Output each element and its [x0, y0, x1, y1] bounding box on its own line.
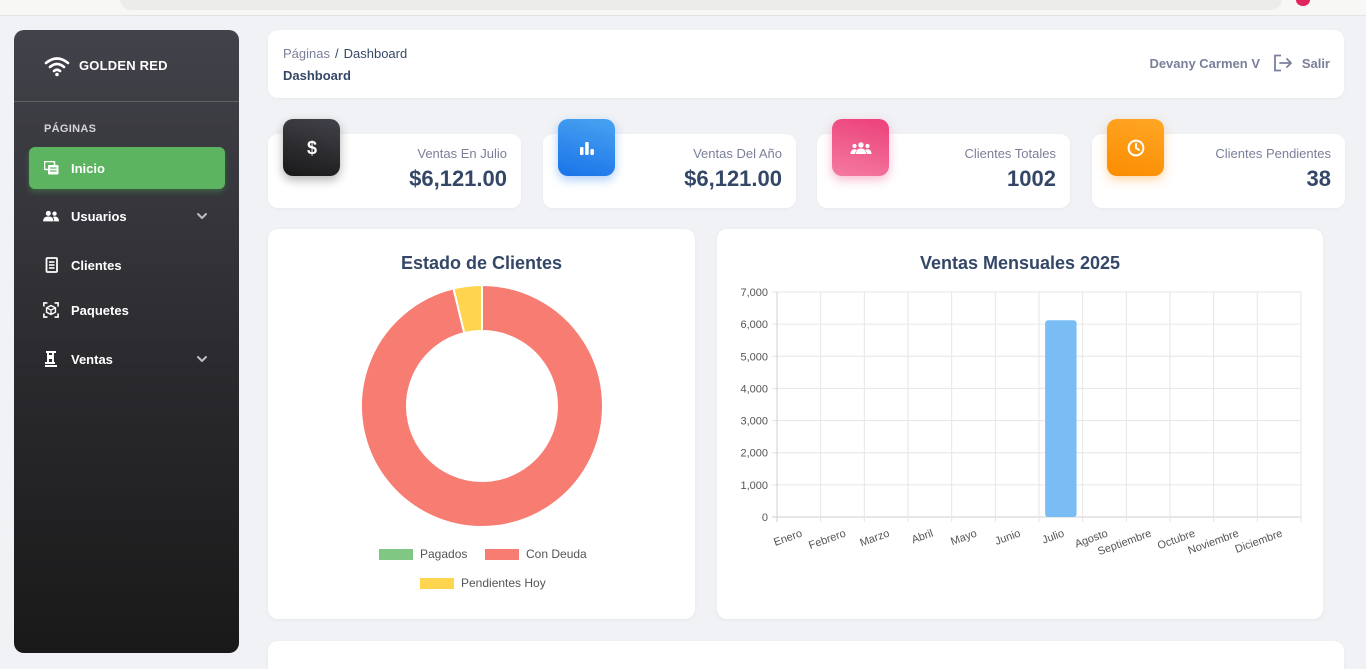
bar-julio[interactable] — [1045, 320, 1077, 517]
y-tick-label: 2,000 — [740, 448, 768, 460]
sidebar: GOLDEN RED PÁGINAS Inicio Usuarios Clien… — [14, 30, 239, 653]
y-tick-label: 0 — [762, 512, 768, 524]
y-tick-label: 5,000 — [740, 351, 768, 363]
legend-item-pendientes-hoy[interactable]: Pendientes Hoy — [420, 576, 546, 590]
breadcrumb-root[interactable]: Páginas — [283, 46, 330, 61]
legend-label: Pendientes Hoy — [461, 576, 546, 590]
stat-label: Clientes Totales — [964, 146, 1056, 161]
group-icon — [832, 119, 889, 176]
stat-label: Ventas Del Año — [693, 146, 782, 161]
y-tick-label: 4,000 — [740, 383, 768, 395]
brand[interactable]: GOLDEN RED — [14, 30, 239, 101]
x-tick-label: Julio — [1040, 528, 1065, 547]
brand-name: GOLDEN RED — [79, 58, 168, 73]
legend-swatch — [420, 577, 454, 589]
x-tick-label: Enero — [772, 528, 804, 549]
stat-value: $6,121.00 — [684, 166, 782, 191]
sidebar-section-title: PÁGINAS — [44, 123, 97, 135]
sidebar-item-inicio[interactable]: Inicio — [29, 147, 225, 189]
x-tick-label: Noviembre — [1186, 528, 1240, 557]
svg-text:$: $ — [306, 138, 316, 158]
sidebar-item-label: Paquetes — [71, 302, 129, 318]
bar-chart[interactable]: 0 1,000 2,000 3,000 4,000 5,000 6,000 7,000 Ener… — [717, 229, 1323, 619]
receipt-icon — [43, 257, 59, 273]
legend-label: Pagados — [420, 547, 468, 561]
stat-value: 38 — [1306, 166, 1331, 191]
address-bar[interactable] — [120, 0, 1282, 10]
donut-chart[interactable] — [268, 229, 695, 619]
logout-label: Salir — [1301, 55, 1330, 71]
clients-status-card: Estado de Clientes Pagados Con Deuda Pen… — [268, 229, 695, 619]
y-tick-label: 1,000 — [740, 480, 768, 492]
package-icon — [43, 302, 59, 318]
dashboard-icon — [43, 160, 59, 176]
breadcrumb-separator: / — [334, 46, 339, 61]
legend-item-con-deuda[interactable]: Con Deuda — [485, 547, 587, 561]
legend-swatch — [379, 548, 413, 560]
y-tick-label: 3,000 — [740, 416, 768, 428]
breadcrumb-current: Dashboard — [343, 46, 408, 61]
sidebar-item-paquetes[interactable]: Paquetes — [29, 289, 225, 331]
stat-card-clientes-pendientes: Clientes Pendientes 38 — [1092, 119, 1345, 208]
chevron-down-icon — [197, 356, 207, 362]
legend-label: Con Deuda — [526, 547, 587, 561]
stat-card-ventas-ano: Ventas Del Año $6,121.00 — [543, 119, 796, 208]
stat-card-ventas-julio: $ Ventas En Julio $6,121.00 — [268, 119, 521, 208]
legend-item-pagados[interactable]: Pagados — [379, 547, 467, 561]
x-tick-label: Abril — [910, 528, 935, 547]
y-tick-label: 7,000 — [740, 287, 768, 299]
stat-card-clientes-totales: Clientes Totales 1002 — [817, 119, 1070, 208]
sidebar-item-label: Inicio — [71, 160, 105, 176]
stat-value: 1002 — [1007, 166, 1056, 191]
wifi-icon — [44, 56, 70, 76]
chevron-down-icon — [197, 213, 207, 219]
x-tick-label: Diciembre — [1234, 528, 1285, 556]
sidebar-item-label: Ventas — [71, 351, 113, 367]
x-tick-label: Marzo — [858, 528, 891, 550]
stat-value: $6,121.00 — [409, 166, 507, 191]
y-tick-label: 6,000 — [740, 319, 768, 331]
user-name[interactable]: Devany Carmen V — [1149, 56, 1260, 71]
breadcrumb: Páginas / Dashboard — [283, 46, 407, 61]
browser-toolbar — [0, 0, 1366, 16]
stat-label: Ventas En Julio — [417, 146, 507, 161]
logout-icon — [1273, 54, 1292, 72]
stat-label: Clientes Pendientes — [1215, 146, 1331, 161]
bottom-card — [268, 641, 1344, 669]
monthly-sales-card: Ventas Mensuales 2025 0 1,000 2,000 3,000 4,… — [717, 229, 1323, 619]
dollar-icon: $ — [283, 119, 340, 176]
sidebar-item-usuarios[interactable]: Usuarios — [29, 195, 225, 237]
x-tick-label: Junio — [993, 528, 1022, 548]
bar-chart-icon — [558, 119, 615, 176]
x-tick-label: Febrero — [807, 528, 847, 552]
sidebar-item-ventas[interactable]: Ventas — [29, 338, 225, 380]
clock-icon — [1107, 119, 1164, 176]
sidebar-item-label: Clientes — [71, 257, 122, 273]
sidebar-item-clientes[interactable]: Clientes — [29, 244, 225, 286]
browser-profile-icon[interactable] — [1296, 0, 1310, 6]
top-navbar: Páginas / Dashboard Dashboard Devany Carme… — [268, 30, 1344, 98]
sidebar-item-label: Usuarios — [71, 208, 127, 224]
sales-icon — [43, 351, 59, 367]
x-tick-label: Mayo — [949, 528, 978, 548]
legend-swatch — [485, 548, 519, 560]
page-title: Dashboard — [283, 68, 351, 83]
logout-button[interactable]: Salir — [1273, 54, 1330, 72]
users-icon — [43, 208, 59, 224]
